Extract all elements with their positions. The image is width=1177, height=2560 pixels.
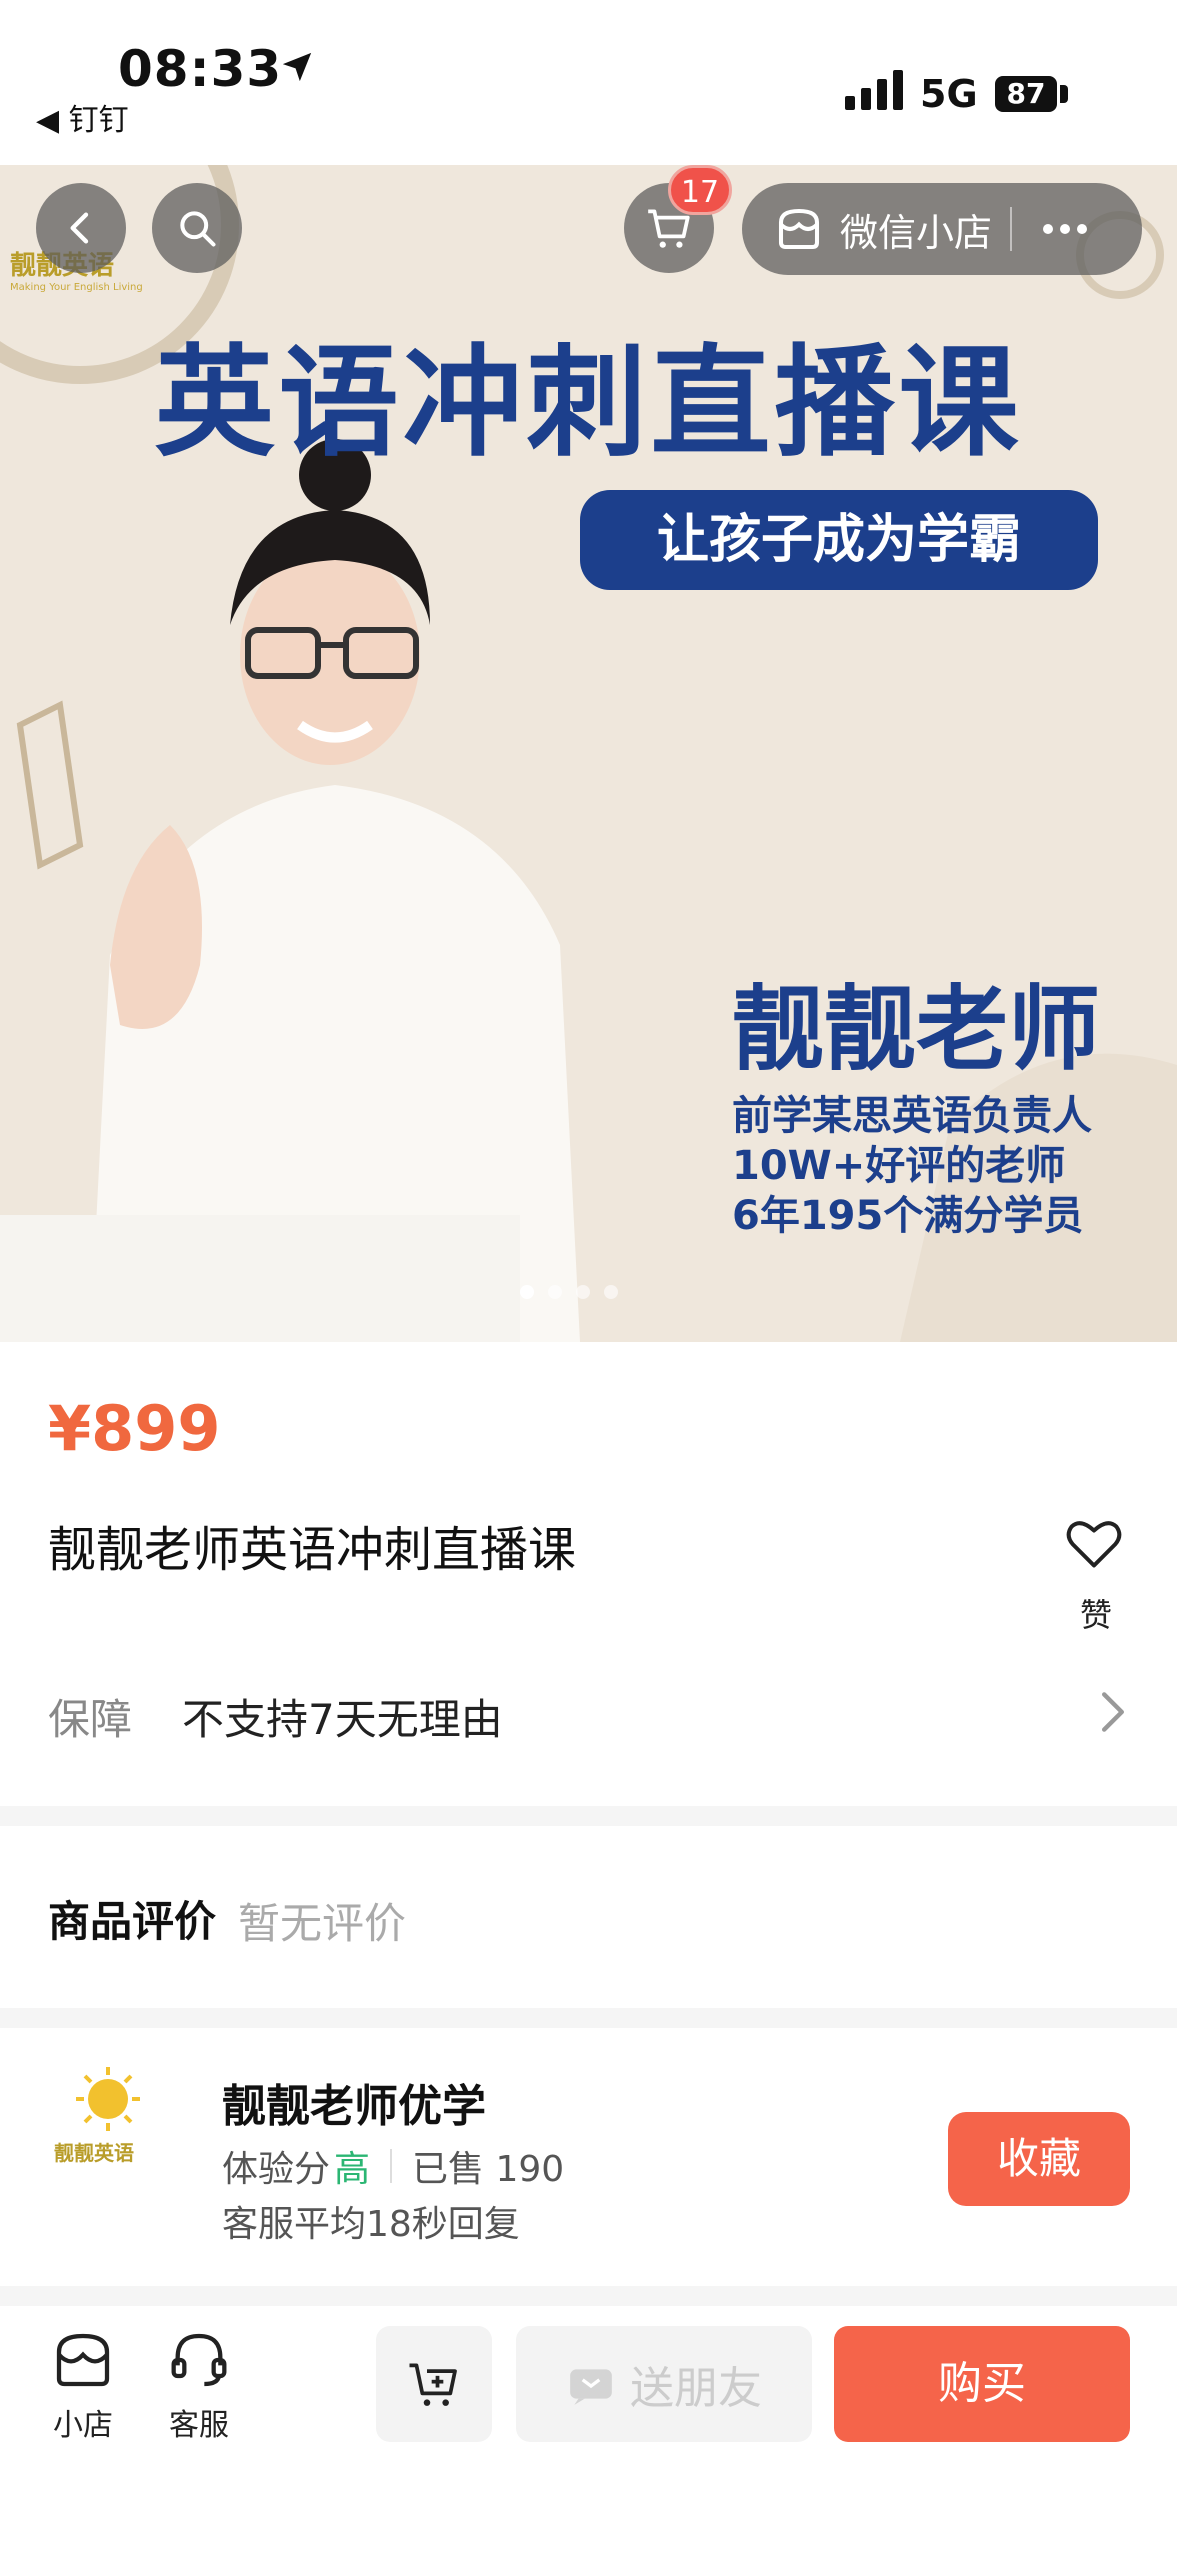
carousel-dot	[520, 1285, 534, 1299]
product-price: ¥899	[48, 1392, 221, 1465]
teacher-name: 靓靓老师	[732, 976, 1101, 1083]
section-divider	[0, 2286, 1177, 2306]
battery-level: 87	[995, 76, 1057, 112]
gift-icon	[570, 2369, 612, 2405]
score-label: 体验分	[222, 2149, 331, 2190]
add-cart-icon	[409, 2363, 457, 2406]
carousel-dot	[548, 1285, 562, 1299]
wechat-shop-pill[interactable]: 微信小店	[742, 183, 1142, 275]
banner-slogan: 让孩子成为学霸	[580, 490, 1098, 590]
status-bar: 08:33 ◀ 钉钉 5G 87	[0, 0, 1177, 165]
back-to-app-link[interactable]: ◀ 钉钉	[36, 95, 129, 139]
shop-logo-text: 靓靓英语	[54, 2141, 134, 2165]
like-label[interactable]: 赞	[1080, 1590, 1112, 1636]
score-value: 高	[334, 2149, 371, 2190]
favorite-shop-button[interactable]: 收藏	[948, 2112, 1130, 2206]
add-to-cart-button[interactable]	[376, 2326, 492, 2442]
shop-name[interactable]: 靓靓老师优学	[222, 2070, 486, 2134]
section-divider	[0, 1806, 1177, 1826]
carousel-dot	[576, 1285, 590, 1299]
bottom-action-bar: 小店 客服 送朋友 购买	[0, 2306, 1177, 2560]
cart-count-badge: 17	[668, 165, 732, 215]
battery-icon: 87	[990, 72, 1072, 116]
back-button[interactable]	[36, 183, 126, 273]
shop-meta: 体验分 高 已售 190	[222, 2140, 564, 2192]
reviews-title[interactable]: 商品评价	[48, 1888, 216, 1949]
guarantee-title: 保障	[48, 1695, 133, 1744]
guarantee-text[interactable]: 不支持7天无理由	[182, 1686, 503, 1747]
buy-button[interactable]: 购买	[834, 2326, 1130, 2442]
chevron-right-icon[interactable]	[1098, 1690, 1128, 1734]
send-to-friend-button[interactable]: 送朋友	[516, 2326, 812, 2442]
shop-icon	[778, 208, 820, 250]
cellular-signal-icon	[845, 70, 903, 110]
carousel-dot	[604, 1285, 618, 1299]
headset-icon	[171, 2333, 227, 2387]
section-divider	[0, 2008, 1177, 2028]
banner-line-3: 6年195个满分学员	[732, 1193, 1084, 1239]
sold-count: 已售 190	[412, 2149, 565, 2190]
clock: 08:33	[118, 40, 283, 98]
search-icon	[180, 211, 216, 247]
chevron-left-icon	[70, 212, 89, 244]
product-image-carousel[interactable]: 靓靓英语 Making Your English Living 17 微信小店 …	[0, 165, 1177, 1342]
banner-title: 英语冲刺直播课	[154, 334, 1023, 473]
product-title: 靓靓老师英语冲刺直播课	[48, 1522, 577, 1578]
wechat-shop-label: 微信小店	[840, 210, 993, 255]
send-to-friend-label: 送朋友	[630, 2363, 762, 2414]
heart-icon[interactable]	[1064, 1515, 1124, 1571]
more-icon[interactable]	[1040, 219, 1090, 239]
service-tab-label: 客服	[169, 2408, 229, 2443]
network-type: 5G	[920, 72, 978, 116]
shop-logo[interactable]: 靓靓英语	[48, 2055, 168, 2175]
storefront-icon	[56, 2333, 110, 2387]
location-arrow-icon	[282, 52, 312, 82]
shop-tab-label: 小店	[53, 2408, 113, 2443]
search-button[interactable]	[152, 183, 242, 273]
reviews-empty-text: 暂无评价	[238, 1899, 407, 1948]
service-tab[interactable]: 客服	[144, 2330, 254, 2444]
shop-tab[interactable]: 小店	[28, 2330, 138, 2444]
carousel-indicator	[520, 1285, 618, 1299]
service-reply-time: 客服平均18秒回复	[222, 2204, 520, 2245]
